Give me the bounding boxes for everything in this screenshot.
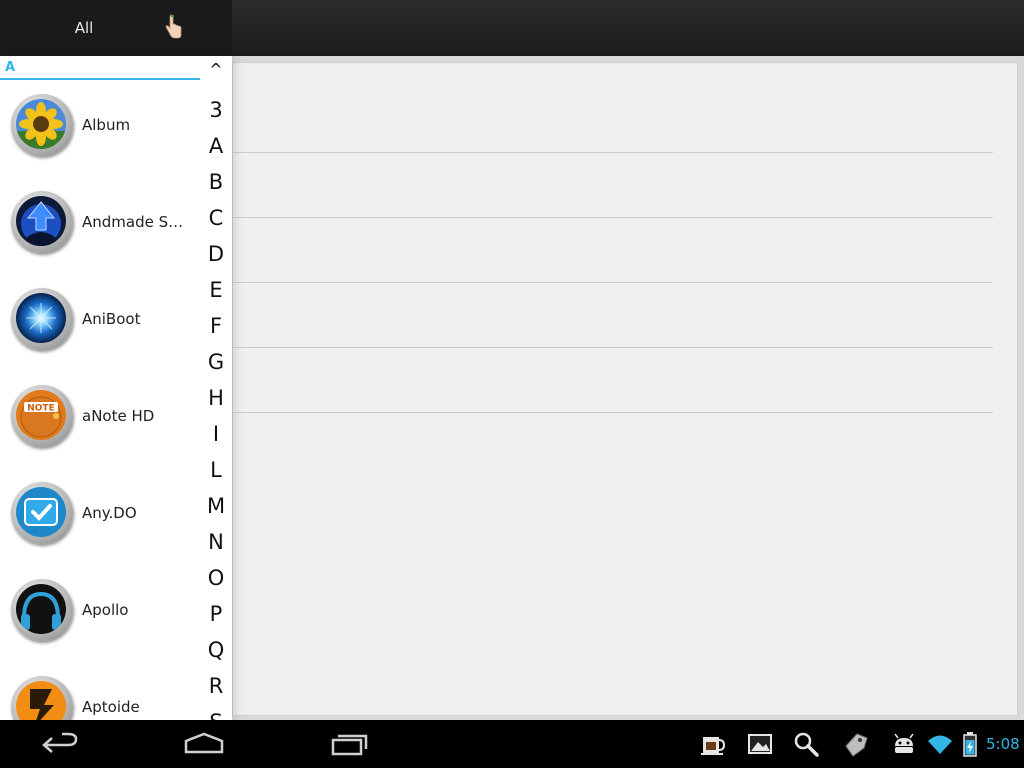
aptoide-icon [11,676,73,720]
alpha-letter[interactable]: S [200,706,232,720]
pointing-hand-icon[interactable] [162,14,184,40]
battery-icon[interactable] [958,730,986,758]
sunflower-icon [11,94,73,156]
alpha-letter[interactable]: B [200,166,232,198]
alpha-letter[interactable]: P [200,598,232,630]
android-icon[interactable] [890,730,918,758]
alpha-letter[interactable]: E [200,274,232,306]
app-label: Aptoide [82,698,140,716]
app-label: Any.DO [82,504,137,522]
app-label: aNote HD [82,407,155,425]
alpha-letter[interactable]: L [200,454,232,486]
list-item[interactable]: Album [0,94,200,191]
row-divider [233,217,993,218]
alpha-letter[interactable]: R [200,670,232,702]
alpha-letter[interactable]: F [200,310,232,342]
status-clock: 5:08 [986,735,1020,753]
alphabet-index[interactable]: ^ 3 A B C D E F G H I L M N O P Q R S [200,56,232,720]
alphabet-index-top[interactable]: ^ [200,60,232,80]
picture-icon[interactable] [746,730,774,758]
action-bar: All [0,0,1024,56]
blue-arrow-up-icon [11,191,73,253]
headphones-icon [11,579,73,641]
magnifier-icon[interactable] [792,730,820,758]
alpha-letter[interactable]: O [200,562,232,594]
app-label: Apollo [82,601,129,619]
list-item[interactable]: AniBoot [0,288,200,385]
blue-burst-icon [11,288,73,350]
list-item[interactable]: Aptoide [0,676,200,720]
alpha-letter[interactable]: D [200,238,232,270]
svg-text:NOTE: NOTE [27,404,54,414]
alpha-letter[interactable]: A [200,130,232,162]
app-drawer: A Album Andmade Sh… AniBoot NOTE aNote H… [0,56,232,720]
app-label: Album [82,116,131,134]
list-item[interactable]: Andmade Sh… [0,191,200,288]
alpha-letter[interactable]: I [200,418,232,450]
row-divider [233,152,993,153]
alpha-letter[interactable]: N [200,526,232,558]
alpha-letter[interactable]: M [200,490,232,522]
home-icon[interactable] [179,728,229,760]
row-divider [233,282,993,283]
alpha-letter[interactable]: H [200,382,232,414]
recent-apps-icon[interactable] [325,728,375,760]
system-nav-bar: 5:08 [0,720,1024,768]
section-header: A [0,60,200,80]
list-item[interactable]: NOTE aNote HD [0,385,200,482]
checkmark-icon [11,482,73,544]
alpha-letter[interactable]: G [200,346,232,378]
row-divider [233,347,993,348]
app-label: AniBoot [82,310,141,328]
section-header-label: A [5,60,16,75]
content-panel [232,62,1018,716]
alpha-letter[interactable]: Q [200,634,232,666]
row-divider [233,412,993,413]
note-icon: NOTE [11,385,73,447]
list-item[interactable]: Any.DO [0,482,200,579]
tab-all[interactable]: All [60,16,108,40]
alpha-letter[interactable]: 3 [200,94,232,126]
coffee-cup-icon[interactable] [699,730,727,758]
alpha-letter[interactable]: C [200,202,232,234]
back-icon[interactable] [34,728,84,760]
drawer-header: All [0,0,232,56]
app-label: Andmade Sh… [82,213,192,231]
list-item[interactable]: Apollo [0,579,200,676]
tag-icon[interactable] [842,730,870,758]
wifi-icon[interactable] [926,730,954,758]
